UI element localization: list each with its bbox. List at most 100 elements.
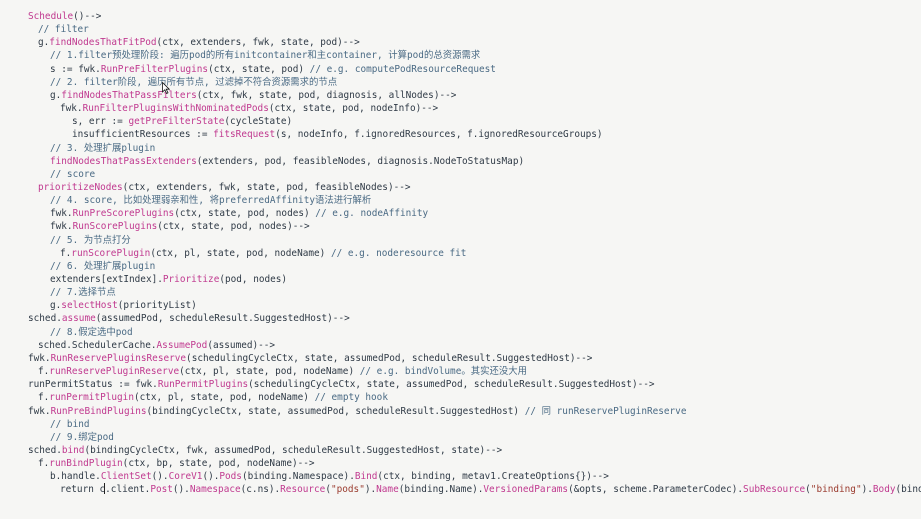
code-function-name: RunScorePlugins bbox=[72, 221, 158, 233]
code-line[interactable]: g.selectHost(priorityList) bbox=[0, 299, 921, 312]
code-line[interactable]: // 3. 处理扩展plugin bbox=[0, 142, 921, 155]
code-line[interactable]: Schedule()--> bbox=[0, 10, 921, 23]
code-text: (ctx, state, pod, nodes)--> bbox=[157, 221, 310, 233]
code-function-name: getPreFilterState bbox=[128, 116, 225, 128]
code-line[interactable]: fwk.RunScorePlugins(ctx, state, pod, nod… bbox=[0, 220, 921, 233]
code-text: ). bbox=[364, 484, 377, 496]
code-text: f. bbox=[38, 366, 50, 378]
code-line[interactable]: // 7.选择节点 bbox=[0, 286, 921, 299]
code-line[interactable]: return c.client.Post().Namespace(c.ns).R… bbox=[0, 483, 921, 496]
code-function-name: SubResource bbox=[743, 484, 806, 496]
code-text: (bindingCycleCtx, state, assumedPod, sch… bbox=[146, 405, 525, 417]
code-string: "pods" bbox=[330, 484, 365, 496]
code-comment: // e.g. nodeAffinity bbox=[315, 208, 429, 220]
code-function-name: Schedule bbox=[28, 11, 74, 22]
code-line[interactable]: sched.bind(bindingCycleCtx, fwk, assumed… bbox=[0, 444, 921, 457]
code-line[interactable]: s := fwk.RunPreFilterPlugins(ctx, state,… bbox=[0, 63, 921, 76]
code-line[interactable]: // 6. 处理扩展plugin bbox=[0, 260, 921, 273]
code-text: (). bbox=[202, 471, 220, 483]
code-comment: // 4. score, 比如处理弱亲和性, 将preferredAffinit… bbox=[50, 195, 372, 207]
code-line[interactable]: f.runReservePluginReserve(ctx, pl, state… bbox=[0, 365, 921, 378]
code-line[interactable]: findNodesThatPassExtenders(extenders, po… bbox=[0, 155, 921, 168]
code-comment: // e.g. noderesource fit bbox=[330, 247, 467, 259]
code-line[interactable]: f.runPermitPlugin(ctx, pl, state, pod, n… bbox=[0, 391, 921, 404]
code-text: (s, nodeInfo, f.ignoredResources, f.igno… bbox=[275, 129, 603, 141]
code-function-name: RunPermitPlugins bbox=[157, 379, 249, 391]
code-line[interactable]: g.findNodesThatPassFilters(ctx, fwk, sta… bbox=[0, 89, 921, 102]
code-text: sched. bbox=[28, 313, 62, 325]
code-line[interactable]: runPermitStatus := fwk.RunPermitPlugins(… bbox=[0, 378, 921, 391]
code-text: sched.SchedulerCache. bbox=[38, 339, 157, 351]
code-editor[interactable]: Schedule()-->// filter g.findNodesThatFit… bbox=[0, 0, 921, 519]
code-line[interactable]: g.findNodesThatFitPod(ctx, extenders, fw… bbox=[0, 36, 921, 49]
code-text: (schedulingCycleCtx, state, assumedPod, … bbox=[248, 379, 655, 391]
code-text: (cycleState) bbox=[224, 116, 293, 128]
code-line[interactable]: b.handle.ClientSet().CoreV1().Pods(bindi… bbox=[0, 470, 921, 483]
code-line[interactable]: sched.SchedulerCache.AssumePod(assumed)-… bbox=[0, 339, 921, 352]
code-function-name: Post bbox=[150, 484, 173, 496]
code-function-name: assume bbox=[61, 313, 96, 325]
code-line[interactable]: // 4. score, 比如处理弱亲和性, 将preferredAffinit… bbox=[0, 194, 921, 207]
code-line[interactable]: fwk.RunFilterPluginsWithNominatedPods(ct… bbox=[0, 102, 921, 115]
code-line[interactable]: // 9.绑定pod bbox=[0, 431, 921, 444]
code-text: (&opts, scheme.ParameterCodec). bbox=[568, 484, 744, 496]
code-line[interactable]: extenders[extIndex].Prioritize(pod, node… bbox=[0, 273, 921, 286]
code-text: (ctx, state, pod, nodes) bbox=[174, 208, 316, 220]
code-function-name: bind bbox=[61, 444, 85, 456]
code-text: (ctx, state, pod) bbox=[208, 63, 310, 75]
code-function-name: ClientSet bbox=[100, 471, 152, 483]
code-comment: // 同 runReservePluginReserve bbox=[524, 405, 687, 417]
code-line[interactable]: // 8.假定选中pod bbox=[0, 326, 921, 339]
code-line[interactable]: f.runScorePlugin(ctx, pl, state, pod, no… bbox=[0, 247, 921, 260]
code-line[interactable]: // 1.filter预处理阶段: 遍历pod的所有initcontainer和… bbox=[0, 49, 921, 62]
code-line[interactable]: prioritizeNodes(ctx, extenders, fwk, sta… bbox=[0, 181, 921, 194]
code-line[interactable]: // 2. filter阶段, 遍历所有节点, 过滤掉不符合资源需求的节点 bbox=[0, 76, 921, 89]
code-line[interactable]: f.runBindPlugin(ctx, bp, state, pod, nod… bbox=[0, 457, 921, 470]
code-line[interactable]: // 5. 为节点打分 bbox=[0, 234, 921, 247]
code-text: (binding.Name). bbox=[398, 484, 484, 496]
code-line[interactable]: fwk.RunPreBindPlugins(bindingCycleCtx, s… bbox=[0, 405, 921, 418]
code-text: (ctx, pl, state, pod, nodeName) bbox=[179, 366, 360, 378]
code-comment: // 5. 为节点打分 bbox=[50, 234, 131, 246]
code-text: return c bbox=[60, 484, 106, 496]
code-text: fwk. bbox=[28, 405, 51, 417]
code-text: extenders[extIndex]. bbox=[50, 274, 163, 285]
code-line[interactable]: // bind bbox=[0, 418, 921, 431]
code-line[interactable]: fwk.RunPreScorePlugins(ctx, state, pod, … bbox=[0, 207, 921, 220]
code-line[interactable]: // score bbox=[0, 168, 921, 181]
code-function-name: prioritizeNodes bbox=[38, 181, 123, 193]
code-comment: // 1.filter预处理阶段: 遍历pod的所有initcontainer和… bbox=[50, 50, 481, 62]
code-comment: // e.g. bindVolume。其实还没大用 bbox=[359, 366, 527, 378]
code-text: (ctx, bp, state, pod, nodeName)--> bbox=[122, 458, 315, 470]
code-line[interactable]: s, err := getPreFilterState(cycleState) bbox=[0, 115, 921, 128]
code-text: (c.ns). bbox=[240, 484, 281, 496]
code-line[interactable]: sched.assume(assumedPod, scheduleResult.… bbox=[0, 312, 921, 325]
code-text: ()--> bbox=[73, 11, 102, 22]
code-function-name: RunFilterPluginsWithNominatedPods bbox=[82, 103, 269, 115]
code-text: (binding bbox=[895, 484, 921, 496]
code-function-name: VersionedParams bbox=[483, 484, 569, 496]
code-function-name: findNodesThatFitPod bbox=[49, 37, 157, 49]
code-text: (ctx, pl, state, pod, nodeName) bbox=[150, 247, 331, 259]
code-text: s := fwk. bbox=[50, 63, 101, 75]
mouse-pointer-icon bbox=[162, 82, 170, 94]
code-function-name: Bind bbox=[354, 471, 378, 483]
code-function-name: findNodesThatPassExtenders bbox=[50, 155, 197, 167]
code-comment: // empty hook bbox=[314, 392, 388, 404]
code-function-name: RunPreFilterPlugins bbox=[100, 63, 209, 75]
code-text: (schedulingCycleCtx, state, assumedPod, … bbox=[186, 352, 593, 364]
code-function-name: RunPreBindPlugins bbox=[50, 405, 147, 417]
code-function-name: fitsRequest bbox=[213, 129, 276, 141]
code-function-name: Pods bbox=[219, 471, 242, 483]
code-function-name: runPermitPlugin bbox=[49, 392, 134, 404]
code-line[interactable]: insufficientResources := fitsRequest(s, … bbox=[0, 128, 921, 141]
code-text: s, err := bbox=[72, 116, 129, 128]
code-line[interactable]: // filter bbox=[0, 23, 921, 36]
code-text: fwk. bbox=[50, 208, 73, 220]
code-string: "binding" bbox=[810, 484, 862, 496]
code-text: (pod, nodes) bbox=[219, 274, 288, 285]
code-line[interactable]: fwk.RunReservePluginsReserve(schedulingC… bbox=[0, 352, 921, 365]
code-text: fwk. bbox=[60, 103, 83, 115]
code-comment: // score bbox=[50, 168, 96, 180]
code-text: (assumedPod, scheduleResult.SuggestedHos… bbox=[95, 313, 350, 325]
